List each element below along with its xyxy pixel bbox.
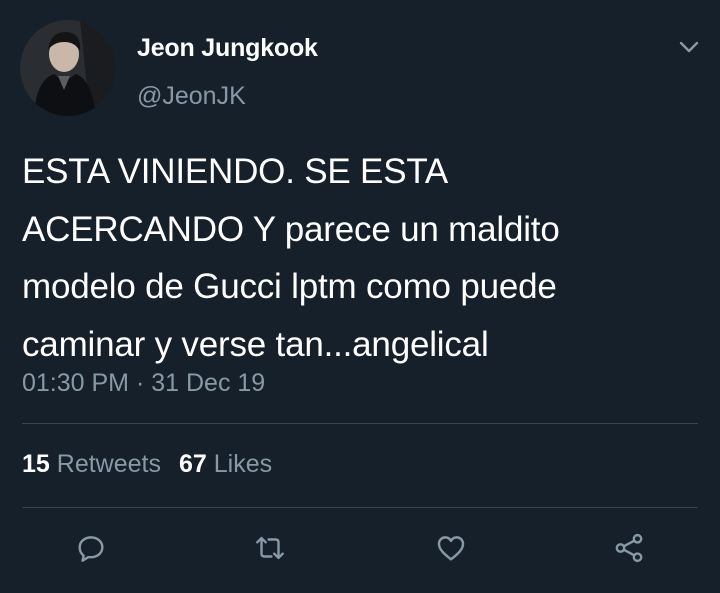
retweets-count: 15	[22, 450, 50, 478]
retweets-link[interactable]: 15 Retweets	[22, 450, 161, 478]
tweet-text-line: ACERCANDO Y parece un maldito	[22, 209, 560, 249]
share-icon	[615, 533, 643, 563]
divider	[22, 507, 698, 508]
avatar-photo	[20, 20, 116, 116]
tweet-time: 01:30 PM	[22, 369, 130, 397]
retweet-icon	[256, 536, 284, 560]
reply-icon	[78, 536, 104, 562]
reply-button[interactable]	[71, 528, 111, 568]
tweet-text-line: ESTA VINIENDO. SE ESTA	[22, 152, 449, 191]
timestamp[interactable]: 01:30 PM · 31 Dec 19	[22, 369, 265, 398]
heart-icon	[437, 536, 465, 561]
avatar[interactable]	[20, 20, 116, 116]
likes-label: Likes	[213, 450, 273, 478]
likes-count: 67	[178, 450, 207, 478]
divider	[22, 423, 698, 424]
retweets-label: Retweets	[56, 450, 161, 478]
tweet-text-line: modelo de Gucci lptm como puede	[22, 267, 557, 306]
more-options-button[interactable]	[676, 36, 702, 58]
display-name[interactable]: Jeon Jungkook	[137, 34, 318, 63]
likes-link[interactable]: 67 Likes	[179, 450, 272, 478]
engagement-stats: 15 Retweets 67 Likes	[22, 450, 272, 479]
share-button[interactable]	[609, 528, 649, 568]
username-handle[interactable]: @JeonJK	[137, 82, 246, 111]
timestamp-separator: ·	[135, 369, 145, 397]
chevron-down-icon	[679, 41, 699, 53]
retweet-button[interactable]	[250, 528, 290, 568]
tweet-text: ESTA VINIENDO. SE ESTA ACERCANDO Y parec…	[22, 143, 702, 373]
tweet-date: 31 Dec 19	[151, 369, 266, 397]
tweet-text-line: caminar y verse tan...angelical	[22, 324, 489, 364]
tweet-card: Jeon Jungkook @JeonJK ESTA VINIENDO. SE …	[0, 0, 720, 593]
like-button[interactable]	[431, 528, 471, 568]
